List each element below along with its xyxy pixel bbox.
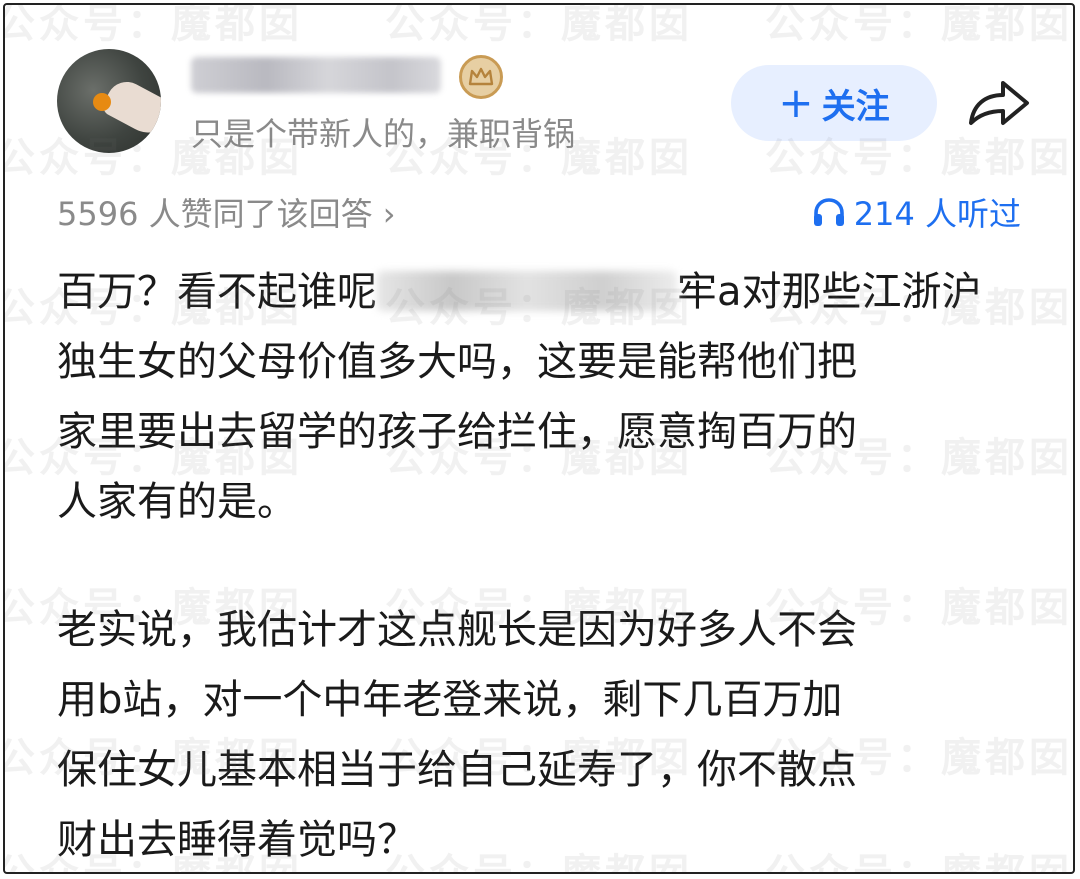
avatar-orange-graphic: [93, 93, 111, 111]
likes-count[interactable]: 5596 人赞同了该回答 ›: [57, 189, 396, 235]
answer-text: 百万？看不起谁呢: [57, 269, 377, 315]
share-arrow-icon[interactable]: [963, 75, 1033, 131]
avatar-hand-graphic: [99, 74, 161, 144]
listen-count[interactable]: 214 人听过: [812, 189, 1021, 235]
answer-paragraph-2: 老实说，我估计才这点舰长是因为好多人不会 用b站，对一个中年老登来说，剩下几百万…: [57, 607, 857, 863]
redacted-text: [377, 271, 677, 311]
watermark: 公众号：魔都囡: [765, 3, 1073, 47]
headphones-icon: [813, 198, 844, 226]
crown-badge-icon[interactable]: [459, 55, 503, 99]
listen-text: 214 人听过: [853, 195, 1021, 233]
answer-text: 独生女的父母价值多大吗，这要是能帮他们把 家里要出去留学的孩子给拦住，愿意掏百万…: [57, 339, 857, 525]
username-blurred[interactable]: [191, 57, 441, 93]
answer-text: 牢a对那些江浙沪: [677, 269, 982, 315]
avatar[interactable]: [57, 49, 161, 153]
answer-paragraph-1: 百万？看不起谁呢 牢a对那些江浙沪 独生女的父母价值多大吗，这要是能帮他们把 家里…: [57, 257, 1037, 537]
plus-icon: +: [778, 78, 814, 127]
follow-label: 关注: [821, 86, 890, 127]
author-bio: 只是个带新人的，兼职背锅: [191, 115, 576, 153]
watermark: 公众号：魔都囡: [385, 3, 693, 47]
answer-body: 百万？看不起谁呢 牢a对那些江浙沪 独生女的父母价值多大吗，这要是能帮他们把 家里…: [57, 257, 1037, 872]
watermark: 公众号：魔都囡: [3, 3, 303, 47]
answer-card: 只是个带新人的，兼职背锅 + 关注 5596 人赞同了该回答 › 214 人听过…: [3, 3, 1075, 874]
follow-button[interactable]: + 关注: [731, 65, 937, 141]
